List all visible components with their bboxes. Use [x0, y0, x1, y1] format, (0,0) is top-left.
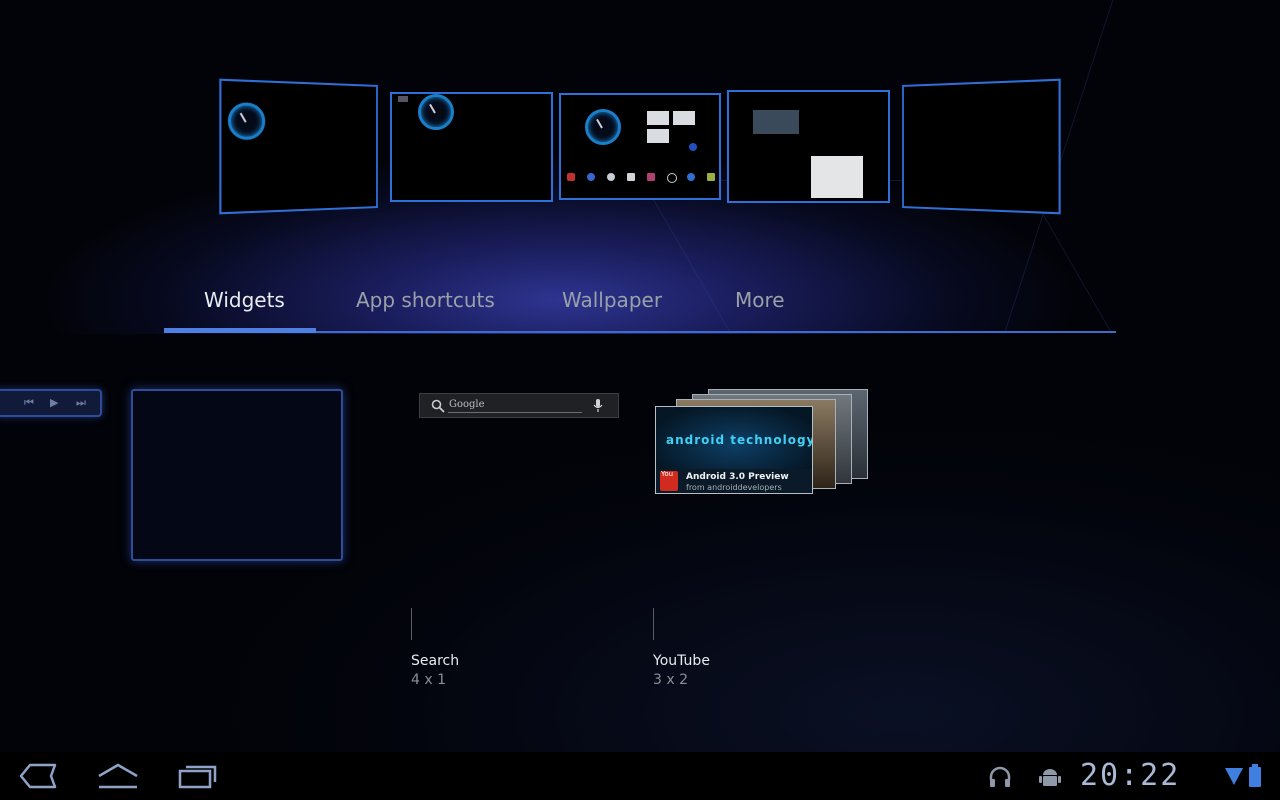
- mini-dot-thumb: [689, 143, 697, 151]
- widget-label-tick: [411, 608, 412, 640]
- video-title: Android 3.0 Preview: [686, 472, 789, 482]
- app-icon-thumb: [687, 173, 695, 181]
- next-icon: ⏭: [76, 396, 86, 409]
- search-placeholder: Google: [449, 399, 485, 410]
- widget-name-search: Search: [411, 653, 460, 669]
- youtube-logo-icon: [660, 470, 678, 491]
- document-widget-thumb: [811, 156, 863, 198]
- play-icon: ▶: [50, 396, 59, 409]
- clock-widget-thumb: [585, 109, 621, 145]
- widget-size-search: 4 x 1: [411, 672, 446, 688]
- tab-wallpaper[interactable]: Wallpaper: [562, 288, 662, 312]
- mini-widget-thumb: [647, 111, 669, 125]
- app-icon-thumb: [607, 173, 615, 181]
- app-icon-thumb: [667, 173, 677, 183]
- workspace-thumb-2[interactable]: [390, 92, 553, 202]
- music-widget-preview[interactable]: ⏮ ▶ ⏭: [0, 389, 102, 417]
- headphones-icon[interactable]: [988, 766, 1012, 788]
- search-widget-preview[interactable]: Google: [419, 393, 619, 418]
- app-icon-thumb: [647, 173, 655, 181]
- previous-icon: ⏮: [24, 396, 34, 409]
- recents-icon[interactable]: [178, 762, 218, 790]
- widget-label-tick: [653, 608, 654, 640]
- widget-size-youtube: 3 x 2: [653, 672, 688, 688]
- search-underline: [448, 412, 582, 413]
- mini-widget-thumb: [647, 129, 669, 143]
- battery-icon[interactable]: [1248, 764, 1262, 788]
- android-debug-icon[interactable]: [1038, 766, 1062, 788]
- video-brand-text: android technology: [666, 433, 813, 447]
- workspace-preview-area: Widgets App shortcuts Wallpaper More: [0, 0, 1280, 334]
- video-channel: from androiddevelopers: [686, 483, 782, 492]
- workspace-thumb-3[interactable]: [559, 93, 721, 200]
- video-card-front: android technology Android 3.0 Preview f…: [655, 406, 813, 494]
- app-icon-thumb: [567, 173, 575, 181]
- workspace-thumb-4[interactable]: [727, 90, 890, 203]
- workspace-thumb-1[interactable]: [219, 78, 378, 215]
- video-thumbnail: android technology: [656, 407, 813, 469]
- tab-selection-indicator: [164, 328, 316, 333]
- wifi-signal-icon[interactable]: [1224, 766, 1244, 786]
- tab-more[interactable]: More: [735, 288, 785, 312]
- mini-icon-thumb: [398, 96, 408, 102]
- mini-widget-thumb: [673, 111, 695, 125]
- clock-widget-thumb: [227, 102, 266, 140]
- widget-name-youtube: YouTube: [653, 653, 710, 669]
- microphone-icon: [593, 399, 603, 412]
- app-icon-thumb: [627, 173, 635, 181]
- home-icon[interactable]: [96, 762, 140, 790]
- app-icon-thumb: [707, 173, 715, 181]
- app-icon-thumb: [587, 173, 595, 181]
- back-icon[interactable]: [18, 762, 58, 790]
- workspace-thumb-5[interactable]: [902, 78, 1061, 215]
- widget-preview-frame[interactable]: [131, 389, 343, 561]
- status-clock[interactable]: 20:22: [1080, 758, 1180, 793]
- search-icon: [431, 399, 445, 413]
- clock-widget-thumb: [418, 94, 454, 130]
- tab-widgets[interactable]: Widgets: [204, 288, 285, 312]
- tab-app-shortcuts[interactable]: App shortcuts: [356, 288, 495, 312]
- game-widget-thumb: [753, 110, 799, 134]
